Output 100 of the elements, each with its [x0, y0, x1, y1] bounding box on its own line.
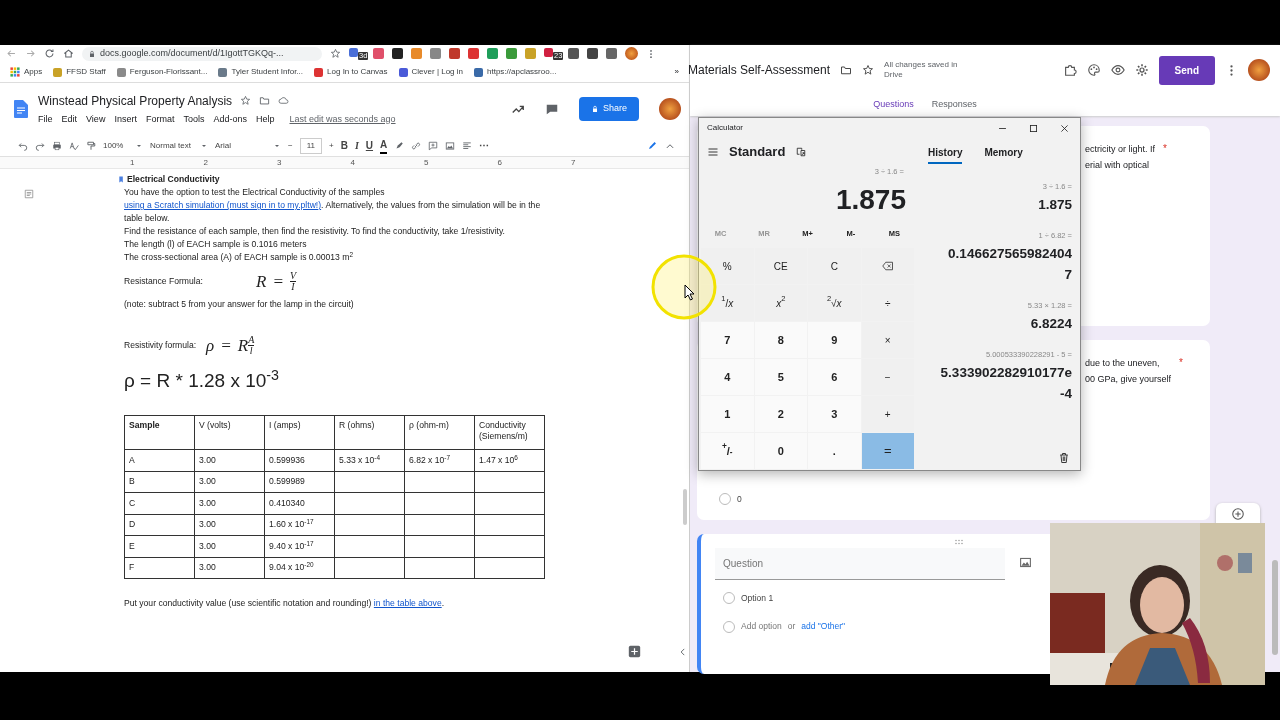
- add-option-link[interactable]: Add option: [741, 620, 782, 633]
- bookmark[interactable]: Clever | Log in: [398, 66, 463, 78]
- delete-icon[interactable]: [1058, 452, 1070, 464]
- reload-icon[interactable]: [44, 48, 55, 59]
- key-button[interactable]: 2: [754, 396, 807, 432]
- bookmark[interactable]: https://apclassroo...: [474, 66, 557, 78]
- collapse-panel-icon[interactable]: [678, 647, 688, 657]
- key-button[interactable]: 4: [701, 359, 754, 395]
- home-icon[interactable]: [63, 48, 74, 59]
- question-field[interactable]: Question: [715, 547, 1005, 580]
- underline-button[interactable]: U: [365, 138, 374, 153]
- history-result[interactable]: 0.146627565982404 7: [948, 243, 1072, 285]
- tab[interactable]: Responses: [931, 95, 977, 116]
- forward-icon[interactable]: [25, 48, 36, 59]
- more-button[interactable]: ⋯: [479, 138, 490, 153]
- bookmark[interactable]: FFSD Staff: [53, 66, 106, 78]
- key-button[interactable]: 7: [701, 322, 754, 358]
- spellcheck-icon[interactable]: [69, 140, 79, 151]
- edit-mode-icon[interactable]: [647, 140, 658, 151]
- bookmark[interactable]: Tyler Student Infor...: [218, 66, 304, 78]
- tab[interactable]: Questions: [873, 95, 914, 116]
- menu-item[interactable]: Add-ons: [213, 112, 247, 127]
- menu-item[interactable]: Edit: [61, 112, 78, 127]
- align-icon[interactable]: [462, 140, 473, 151]
- equals-button[interactable]: =: [861, 433, 914, 469]
- menu-item[interactable]: Insert: [114, 112, 137, 127]
- paint-format-icon[interactable]: [86, 140, 96, 151]
- extension-icon[interactable]: [392, 48, 403, 59]
- history-result[interactable]: 1.875: [1038, 194, 1072, 215]
- document-title[interactable]: Winstead Physical Property Analysis: [38, 91, 233, 110]
- decrease-size-button[interactable]: −: [288, 139, 293, 152]
- bookmark-star-icon[interactable]: [330, 48, 341, 59]
- extension-icon[interactable]: [568, 48, 579, 59]
- last-edit-link[interactable]: Last edit was seconds ago: [289, 112, 396, 127]
- menu-item[interactable]: Format: [145, 112, 175, 127]
- font-size-field[interactable]: 11: [299, 137, 322, 154]
- print-icon[interactable]: [52, 140, 62, 151]
- tab[interactable]: Memory: [984, 140, 1023, 164]
- menu-item[interactable]: Tools: [183, 112, 205, 127]
- star-icon[interactable]: [240, 95, 252, 107]
- key-button[interactable]: .: [808, 433, 861, 469]
- history-result[interactable]: 6.8224: [1030, 313, 1072, 334]
- add-ons-icon[interactable]: [1062, 63, 1077, 77]
- explore-icon[interactable]: [628, 645, 641, 658]
- highlighter-icon[interactable]: [394, 140, 405, 151]
- text-color-button[interactable]: A: [380, 137, 388, 154]
- back-icon[interactable]: [6, 48, 17, 59]
- add-comment-icon[interactable]: [428, 140, 439, 151]
- menu-item[interactable]: View: [86, 112, 106, 127]
- font-dropdown[interactable]: Arial: [215, 139, 281, 152]
- outline-icon[interactable]: [23, 188, 35, 200]
- undo-icon[interactable]: [18, 140, 28, 151]
- increase-size-button[interactable]: +: [329, 139, 334, 152]
- add-other-link[interactable]: add "Other": [801, 620, 846, 633]
- key-button[interactable]: 8: [754, 322, 807, 358]
- image-icon[interactable]: [445, 140, 456, 151]
- preview-icon[interactable]: [1110, 63, 1125, 77]
- star-icon[interactable]: [862, 64, 875, 76]
- bookmark[interactable]: Apps: [10, 66, 43, 78]
- avatar[interactable]: [1248, 59, 1270, 81]
- link[interactable]: in the table above: [373, 598, 442, 608]
- key-button[interactable]: 9: [808, 322, 861, 358]
- keep-on-top-icon[interactable]: [795, 146, 808, 158]
- bookmark[interactable]: Log In to Canvas: [314, 66, 388, 78]
- share-button[interactable]: Share: [578, 97, 639, 121]
- docs-logo-icon[interactable]: [14, 100, 28, 118]
- menu-icon[interactable]: [707, 146, 719, 158]
- tab[interactable]: History: [928, 140, 963, 164]
- bold-button[interactable]: B: [340, 138, 348, 153]
- bookmark[interactable]: Ferguson-Florissant...: [116, 66, 208, 78]
- italic-button[interactable]: I: [354, 138, 359, 153]
- avatar[interactable]: [625, 47, 638, 60]
- form-title[interactable]: Materials Self-Assessment: [688, 61, 831, 79]
- history-result[interactable]: 5.333902282910177e -4: [940, 362, 1072, 404]
- key-button[interactable]: 6: [808, 359, 861, 395]
- key-button[interactable]: $^{+}$/$_{-}$: [701, 433, 754, 469]
- folder-icon[interactable]: [259, 95, 271, 107]
- key-button[interactable]: 0: [754, 433, 807, 469]
- scrollbar[interactable]: [1272, 560, 1278, 655]
- key-button[interactable]: 1: [701, 396, 754, 432]
- style-dropdown[interactable]: Normal text: [150, 139, 208, 152]
- comments-icon[interactable]: [544, 102, 559, 116]
- palette-icon[interactable]: [1086, 63, 1101, 77]
- scrollbar[interactable]: [683, 489, 687, 525]
- address-bar[interactable]: docs.google.com/document/d/1IgottTGKQq-...: [82, 46, 322, 61]
- avatar[interactable]: [659, 98, 681, 120]
- more-bookmarks-button[interactable]: »: [674, 66, 679, 78]
- extension-icon[interactable]: [606, 48, 617, 59]
- extension-icon[interactable]: [587, 48, 598, 59]
- menu-item[interactable]: Help: [255, 112, 275, 127]
- redo-icon[interactable]: [35, 140, 45, 151]
- key-button[interactable]: 3: [808, 396, 861, 432]
- send-button[interactable]: Send: [1158, 55, 1215, 85]
- image-icon[interactable]: [1019, 556, 1032, 569]
- add-question-icon[interactable]: [1231, 507, 1245, 521]
- folder-icon[interactable]: [840, 64, 853, 76]
- key-button[interactable]: 5: [754, 359, 807, 395]
- menu-item[interactable]: File: [38, 112, 53, 127]
- link-icon[interactable]: [411, 140, 422, 151]
- zoom-dropdown[interactable]: 100%: [103, 139, 143, 152]
